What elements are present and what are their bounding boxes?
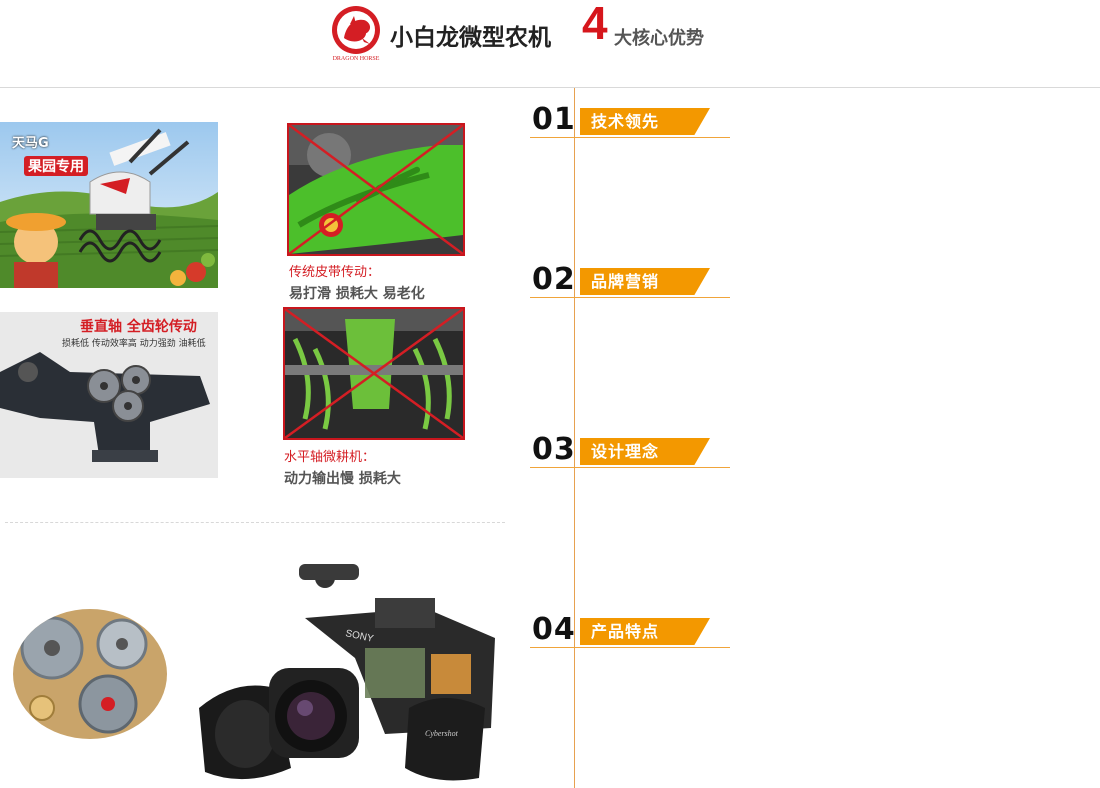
gear-transmission-subline: 损耗低 传动效率高 动力强劲 油耗低 xyxy=(62,339,206,349)
tianma-tiller-image: 天马G 果园专用 xyxy=(0,122,218,288)
feature-item-product-features: 04 产品特点 xyxy=(530,612,730,650)
belt-drive-caption-desc: 易打滑 损耗大 易老化 xyxy=(289,286,425,302)
belt-drive-image xyxy=(287,123,465,256)
svg-text:DRAGON HORSE: DRAGON HORSE xyxy=(333,56,380,62)
header-title-number: 4 xyxy=(582,0,608,49)
feature-number: 02 xyxy=(532,262,576,297)
header-title: 小白龙微型农机 xyxy=(390,25,551,51)
feature-item-brand-marketing: 02 品牌营销 xyxy=(530,262,730,300)
feature-number: 04 xyxy=(532,612,576,647)
orchard-use-badge: 果园专用 xyxy=(24,156,88,176)
belt-drive-caption-title: 传统皮带传动： xyxy=(289,265,381,280)
feature-label: 设计理念 xyxy=(580,438,710,465)
header-subtitle: 大核心优势 xyxy=(614,28,704,49)
gear-transmission-image: 垂直轴 全齿轮传动 损耗低 传动效率高 动力强劲 油耗低 xyxy=(0,312,218,478)
feature-label: 产品特点 xyxy=(580,618,710,645)
header-divider xyxy=(0,87,1100,88)
gear-transmission-headline: 垂直轴 全齿轮传动 xyxy=(80,319,197,335)
exploded-camera-image: SONY Cybershot xyxy=(195,558,507,786)
feature-underline xyxy=(530,467,730,468)
feature-label: 技术领先 xyxy=(580,108,710,135)
horizontal-shaft-caption-desc: 动力输出慢 损耗大 xyxy=(284,471,401,487)
feature-underline xyxy=(530,647,730,648)
feature-number: 03 xyxy=(532,432,576,467)
feature-underline xyxy=(530,137,730,138)
horizontal-shaft-caption-title: 水平轴微耕机： xyxy=(284,450,376,465)
watch-movement-image xyxy=(12,608,168,740)
svg-text:Cybershot: Cybershot xyxy=(425,729,459,738)
feature-item-tech-leading: 01 技术领先 xyxy=(530,102,730,140)
section-divider xyxy=(5,522,505,523)
dragon-horse-logo: DRAGON HORSE xyxy=(332,6,380,62)
feature-underline xyxy=(530,297,730,298)
feature-item-design-concept: 03 设计理念 xyxy=(530,432,730,470)
tianma-model-label: 天马G xyxy=(12,136,49,151)
horizontal-shaft-image xyxy=(283,307,465,440)
feature-number: 01 xyxy=(532,102,576,137)
feature-label: 品牌营销 xyxy=(580,268,710,295)
page-header: DRAGON HORSE 小白龙微型农机 4 大核心优势 xyxy=(0,0,1100,88)
